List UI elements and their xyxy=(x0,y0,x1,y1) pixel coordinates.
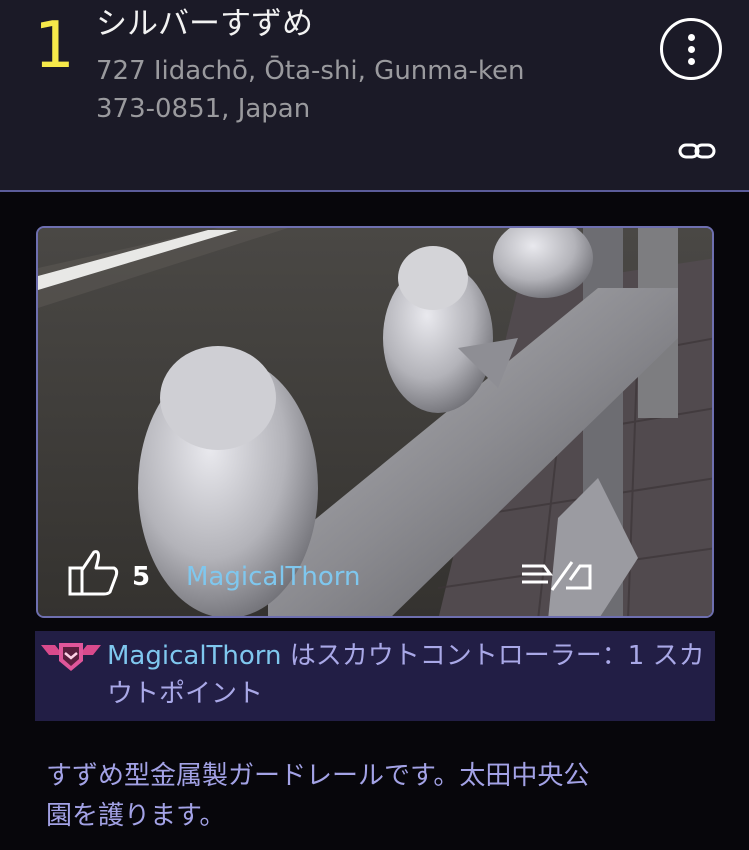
address-line-1: 727 Iidachō, Ōta-shi, Gunma-ken xyxy=(96,56,525,86)
scout-controller-user[interactable]: MagicalThorn xyxy=(107,641,282,671)
scout-controller-banner: MagicalThorn はスカウトコントローラー：1 スカウトポイント xyxy=(35,631,715,721)
scout-controller-text: MagicalThorn はスカウトコントローラー：1 スカウトポイント xyxy=(107,637,707,713)
portal-description: すずめ型金属製ガードレールです。太田中央公園を護ります。 xyxy=(46,761,590,831)
portal-address: 727 Iidachō, Ōta-shi, Gunma-ken 373-0851… xyxy=(96,52,616,128)
like-count: 5 xyxy=(132,562,151,592)
photo-uploader[interactable]: MagicalThorn xyxy=(186,562,361,592)
portal-title: シルバーすずめ xyxy=(96,6,313,42)
portal-header: 1 シルバーすずめ 727 Iidachō, Ōta-shi, Gunma-ke… xyxy=(0,0,749,192)
link-icon[interactable] xyxy=(677,140,717,164)
more-vertical-icon[interactable] xyxy=(660,18,722,80)
portal-rank: 1 xyxy=(34,9,75,83)
photo-image xyxy=(38,228,712,616)
thumbs-up-icon[interactable] xyxy=(64,546,120,598)
flag-report-icon[interactable] xyxy=(518,558,594,594)
scout-controller-badge-icon xyxy=(41,643,101,671)
address-line-2: 373-0851, Japan xyxy=(96,94,311,124)
portal-photo[interactable]: 5 MagicalThorn xyxy=(36,226,714,618)
